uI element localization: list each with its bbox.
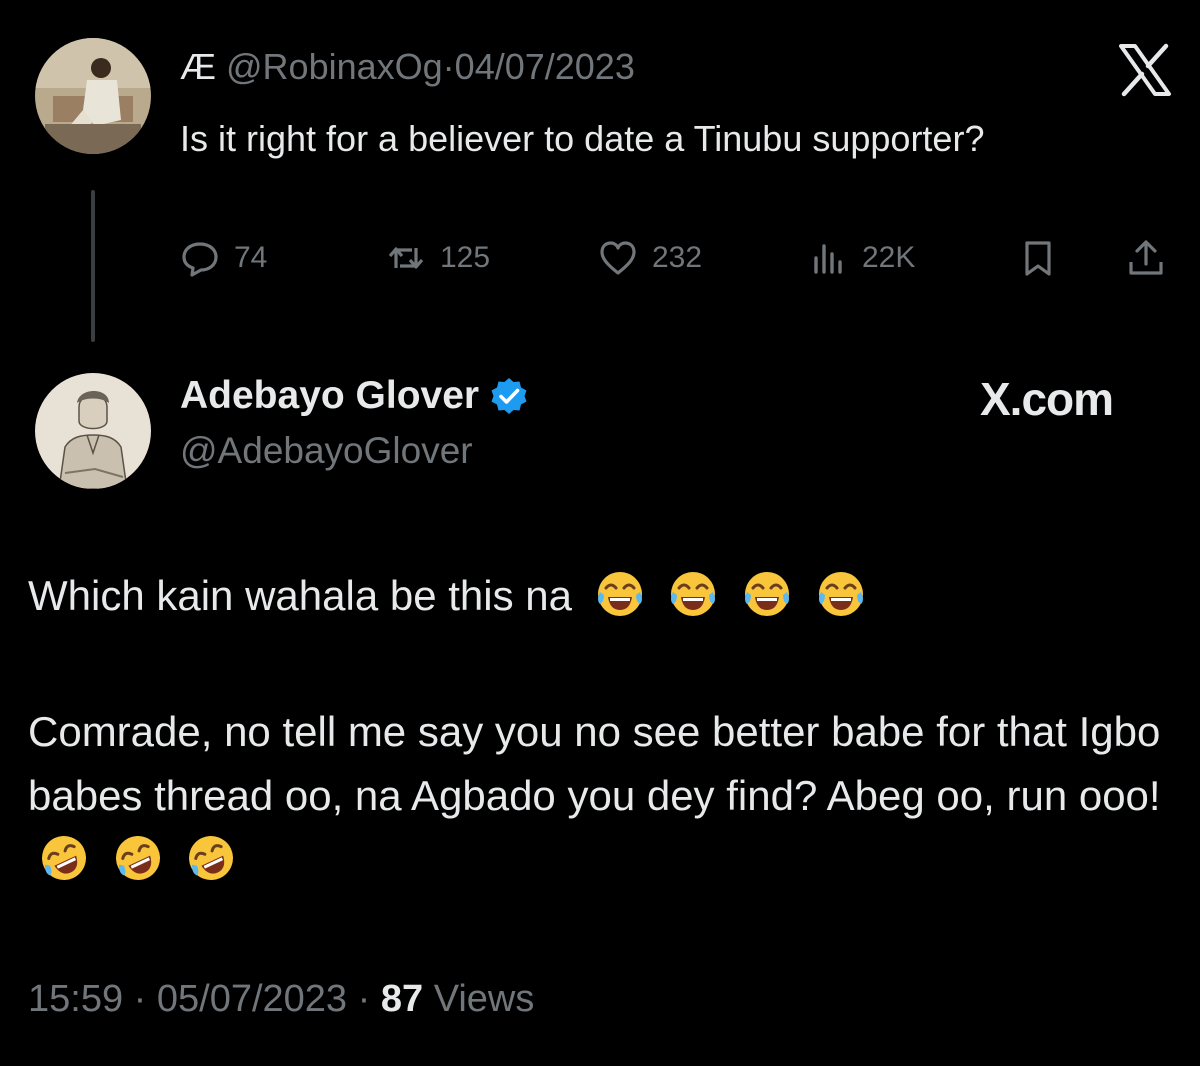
bookmark-icon xyxy=(1025,241,1051,276)
rofl-emoji xyxy=(42,836,86,880)
reply-paragraph-1-text: Which kain wahala be this na xyxy=(28,572,572,619)
tears-of-joy-emoji xyxy=(671,572,716,616)
views-button[interactable]: 22K xyxy=(808,238,915,278)
share-button[interactable] xyxy=(1126,238,1166,278)
tears-of-joy-emoji xyxy=(818,572,863,616)
verified-badge-icon xyxy=(491,378,527,414)
separator-dot: · xyxy=(442,46,455,87)
tweet-date[interactable]: 05/07/2023 xyxy=(157,978,347,1020)
reply-handle[interactable]: @AdebayoGlover xyxy=(180,430,473,472)
reply-paragraph-1: Which kain wahala be this na xyxy=(28,564,1178,628)
reply-display-name[interactable]: Adebayo Glover xyxy=(180,374,479,418)
rofl-emoji xyxy=(115,836,160,880)
views-icon xyxy=(814,244,842,274)
reply-icon xyxy=(182,242,218,277)
reply-paragraph-2: Comrade, no tell me say you no see bette… xyxy=(28,700,1178,892)
tweet-action-bar: 74 125 232 22K xyxy=(180,238,1170,288)
quoted-tweet-text: Is it right for a believer to date a Tin… xyxy=(180,118,985,159)
rofl-emoji xyxy=(189,836,234,880)
quoted-display-name[interactable]: Æ xyxy=(180,46,216,87)
quoted-handle[interactable]: @RobinaxOg xyxy=(226,46,443,87)
reply-count: 74 xyxy=(234,241,268,274)
reply-avatar[interactable] xyxy=(35,373,151,489)
heart-icon xyxy=(600,241,636,275)
views-label: Views xyxy=(433,978,535,1020)
retweet-count: 125 xyxy=(440,241,491,274)
bookmark-button[interactable] xyxy=(1018,238,1058,278)
views-number: 87 xyxy=(380,978,424,1020)
retweet-button[interactable]: 125 xyxy=(386,238,490,278)
tweet-footer: 15:59 · 05/07/2023 · 87 Views xyxy=(28,978,535,1020)
reply-author-row: Adebayo Glover xyxy=(180,374,529,418)
share-icon xyxy=(1129,240,1163,275)
quoted-tweet-header: Æ @RobinaxOg·04/07/2023 xyxy=(180,46,635,88)
quoted-avatar[interactable] xyxy=(35,38,151,154)
like-button[interactable]: 232 xyxy=(598,238,702,278)
views-count: 22K xyxy=(862,241,916,274)
reply-button[interactable]: 74 xyxy=(180,238,267,278)
tears-of-joy-emoji xyxy=(597,572,642,616)
reply-paragraph-2-text: Comrade, no tell me say you no see bette… xyxy=(28,708,1161,819)
quoted-date[interactable]: 04/07/2023 xyxy=(455,46,635,87)
xcom-watermark: X.com xyxy=(980,373,1114,425)
tears-of-joy-emoji xyxy=(745,572,789,616)
x-logo-icon xyxy=(1117,42,1173,98)
thread-connector-line xyxy=(91,190,95,342)
tweet-time[interactable]: 15:59 xyxy=(28,978,123,1020)
retweet-icon xyxy=(388,247,424,269)
like-count: 232 xyxy=(652,241,703,274)
